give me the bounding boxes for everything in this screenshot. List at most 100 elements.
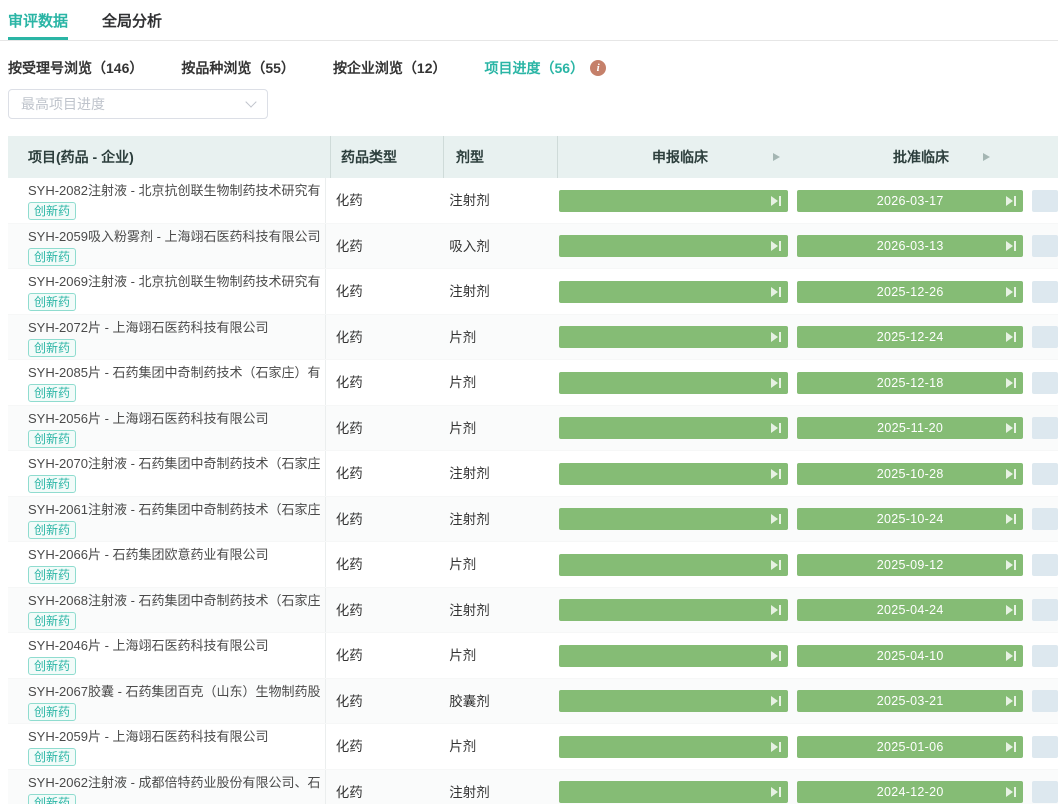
approve-clinical-date: 2025-12-26	[877, 285, 944, 299]
next-stage-bar-partial[interactable]	[1032, 190, 1058, 212]
approve-clinical-progress-bar[interactable]: 2025-03-21	[797, 690, 1023, 712]
project-name-link[interactable]: SYH-2062注射液 - 成都倍特药业股份有限公司、石	[28, 772, 325, 791]
approve-clinical-progress-bar[interactable]: 2025-10-24	[797, 508, 1023, 530]
declare-clinical-progress-bar[interactable]	[559, 508, 789, 530]
stage-forward-arrow-icon[interactable]	[983, 153, 990, 161]
approve-clinical-progress-bar[interactable]: 2025-01-06	[797, 736, 1023, 758]
step-forward-icon	[771, 190, 782, 212]
step-forward-icon	[771, 326, 782, 348]
declare-clinical-progress-bar[interactable]	[559, 463, 789, 485]
project-name-link[interactable]: SYH-2056片 - 上海翊石医药科技有限公司	[28, 408, 325, 427]
max-progress-select[interactable]: 最高项目进度	[8, 89, 268, 119]
next-stage-bar-partial[interactable]	[1032, 736, 1058, 758]
project-name-link[interactable]: SYH-2069注射液 - 北京抗创联生物制药技术研究有	[28, 271, 325, 290]
next-stage-cell	[1026, 269, 1058, 314]
subtab-by-acceptance-number[interactable]: 按受理号浏览（146）	[8, 58, 143, 78]
declare-clinical-cell	[550, 542, 792, 587]
next-stage-bar-partial[interactable]	[1032, 508, 1058, 530]
next-stage-bar-partial[interactable]	[1032, 417, 1058, 439]
next-stage-bar-partial[interactable]	[1032, 554, 1058, 576]
approve-clinical-progress-bar[interactable]: 2026-03-17	[797, 190, 1023, 212]
innovative-drug-badge: 创新药	[28, 384, 76, 402]
drug-type-cell: 化药	[326, 451, 438, 496]
project-name-link[interactable]: SYH-2070注射液 - 石药集团中奇制药技术（石家庄	[28, 453, 325, 472]
approve-clinical-date: 2025-09-12	[877, 558, 944, 572]
project-name-link[interactable]: SYH-2067胶囊 - 石药集团百克（山东）生物制药股	[28, 681, 325, 700]
declare-clinical-progress-bar[interactable]	[559, 235, 789, 257]
project-cell: SYH-2062注射液 - 成都倍特药业股份有限公司、石 创新药	[8, 770, 326, 804]
dosage-form-cell: 片剂	[437, 406, 550, 451]
approve-clinical-progress-bar[interactable]: 2026-03-13	[797, 235, 1023, 257]
declare-clinical-progress-bar[interactable]	[559, 417, 789, 439]
declare-clinical-progress-bar[interactable]	[559, 372, 789, 394]
chevron-down-icon	[245, 96, 256, 107]
approve-clinical-progress-bar[interactable]: 2025-11-20	[797, 417, 1023, 439]
next-stage-bar-partial[interactable]	[1032, 690, 1058, 712]
project-name-link[interactable]: SYH-2059吸入粉雾剂 - 上海翊石医药科技有限公司	[28, 226, 325, 245]
approve-clinical-progress-bar[interactable]: 2025-10-28	[797, 463, 1023, 485]
approve-clinical-cell: 2025-03-21	[791, 679, 1026, 724]
step-forward-icon	[1006, 645, 1017, 667]
next-stage-bar-partial[interactable]	[1032, 645, 1058, 667]
table-body: SYH-2082注射液 - 北京抗创联生物制药技术研究有 创新药 化药 注射剂 …	[8, 178, 1058, 804]
col-header-project: 项目(药品 - 企业)	[8, 136, 330, 178]
declare-clinical-progress-bar[interactable]	[559, 736, 789, 758]
declare-clinical-progress-bar[interactable]	[559, 645, 789, 667]
approve-clinical-progress-bar[interactable]: 2025-12-26	[797, 281, 1023, 303]
project-cell: SYH-2059片 - 上海翊石医药科技有限公司 创新药	[8, 724, 326, 769]
declare-clinical-progress-bar[interactable]	[559, 554, 789, 576]
dosage-form-cell: 吸入剂	[437, 224, 550, 269]
declare-clinical-progress-bar[interactable]	[559, 690, 789, 712]
col-header-declare-clinical-label: 申报临床	[652, 147, 708, 167]
next-stage-bar-partial[interactable]	[1032, 326, 1058, 348]
project-name-link[interactable]: SYH-2085片 - 石药集团中奇制药技术（石家庄）有	[28, 362, 325, 381]
approve-clinical-date: 2025-04-10	[877, 649, 944, 663]
project-name-link[interactable]: SYH-2072片 - 上海翊石医药科技有限公司	[28, 317, 325, 336]
innovative-drug-badge: 创新药	[28, 794, 76, 804]
drug-type-cell: 化药	[326, 633, 438, 678]
stage-forward-arrow-icon[interactable]	[773, 153, 780, 161]
next-stage-bar-partial[interactable]	[1032, 463, 1058, 485]
project-name-link[interactable]: SYH-2068注射液 - 石药集团中奇制药技术（石家庄	[28, 590, 325, 609]
info-icon[interactable]: i	[590, 60, 606, 76]
approve-clinical-cell: 2025-12-26	[791, 269, 1026, 314]
subtab-by-variety[interactable]: 按品种浏览（55）	[181, 58, 295, 78]
project-name-link[interactable]: SYH-2066片 - 石药集团欧意药业有限公司	[28, 544, 325, 563]
project-name-link[interactable]: SYH-2059片 - 上海翊石医药科技有限公司	[28, 726, 325, 745]
drug-type-cell: 化药	[326, 542, 438, 587]
next-stage-cell	[1026, 178, 1058, 223]
project-name-link[interactable]: SYH-2046片 - 上海翊石医药科技有限公司	[28, 635, 325, 654]
innovative-drug-badge: 创新药	[28, 475, 76, 493]
subtab-by-enterprise[interactable]: 按企业浏览（12）	[333, 58, 447, 78]
subtab-project-progress[interactable]: 项目进度（56）	[485, 58, 585, 78]
approve-clinical-progress-bar[interactable]: 2024-12-20	[797, 781, 1023, 803]
next-stage-bar-partial[interactable]	[1032, 235, 1058, 257]
declare-clinical-cell	[550, 406, 792, 451]
project-cell: SYH-2070注射液 - 石药集团中奇制药技术（石家庄 创新药	[8, 451, 326, 496]
declare-clinical-progress-bar[interactable]	[559, 190, 789, 212]
declare-clinical-cell	[550, 588, 792, 633]
declare-clinical-progress-bar[interactable]	[559, 781, 789, 803]
approve-clinical-progress-bar[interactable]: 2025-04-10	[797, 645, 1023, 667]
project-name-link[interactable]: SYH-2061注射液 - 石药集团中奇制药技术（石家庄	[28, 499, 325, 518]
declare-clinical-progress-bar[interactable]	[559, 326, 789, 348]
tab-global-analysis[interactable]: 全局分析	[102, 10, 162, 40]
approve-clinical-progress-bar[interactable]: 2025-09-12	[797, 554, 1023, 576]
declare-clinical-cell	[550, 269, 792, 314]
approve-clinical-date: 2026-03-13	[877, 239, 944, 253]
approve-clinical-progress-bar[interactable]: 2025-12-18	[797, 372, 1023, 394]
approve-clinical-progress-bar[interactable]: 2025-12-24	[797, 326, 1023, 348]
project-name-link[interactable]: SYH-2082注射液 - 北京抗创联生物制药技术研究有	[28, 180, 325, 199]
approve-clinical-progress-bar[interactable]: 2025-04-24	[797, 599, 1023, 621]
declare-clinical-progress-bar[interactable]	[559, 281, 789, 303]
approve-clinical-cell: 2025-10-24	[791, 497, 1026, 542]
approve-clinical-date: 2025-03-21	[877, 694, 944, 708]
next-stage-bar-partial[interactable]	[1032, 599, 1058, 621]
declare-clinical-progress-bar[interactable]	[559, 599, 789, 621]
drug-type-cell: 化药	[326, 269, 438, 314]
next-stage-bar-partial[interactable]	[1032, 372, 1058, 394]
next-stage-bar-partial[interactable]	[1032, 281, 1058, 303]
tab-review-data[interactable]: 审评数据	[8, 10, 68, 40]
next-stage-cell	[1026, 360, 1058, 405]
next-stage-bar-partial[interactable]	[1032, 781, 1058, 803]
